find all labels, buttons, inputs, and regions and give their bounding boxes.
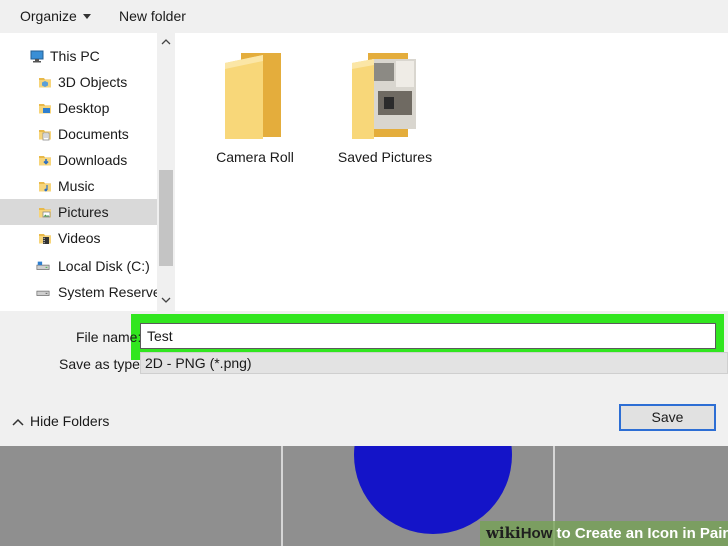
watermark-how: How	[520, 525, 553, 542]
file-name-label: File name:	[76, 329, 142, 345]
nav-item-local-disk[interactable]: Local Disk (C:)	[0, 253, 157, 279]
dialog-toolbar: Organize New folder	[0, 0, 728, 33]
drive-icon	[36, 261, 50, 270]
nav-item-label: Documents	[58, 126, 129, 142]
nav-item-label: 3D Objects	[58, 74, 128, 90]
save-as-type-select[interactable]: 2D - PNG (*.png)	[140, 352, 728, 374]
nav-item-label: Downloads	[58, 152, 128, 168]
folder-with-picture-icon	[352, 53, 416, 139]
nav-item-label: Pictures	[58, 204, 109, 220]
nav-item-pictures[interactable]: Pictures	[0, 199, 157, 225]
watermark-wiki: wiki	[486, 524, 521, 542]
folder-label: Saved Pictures	[337, 149, 433, 165]
folder-icon	[39, 78, 51, 88]
folder-label: Camera Roll	[216, 149, 294, 165]
nav-item-documents[interactable]: Documents	[0, 121, 157, 147]
desktop-folder-icon	[39, 104, 51, 114]
videos-folder-icon	[39, 234, 51, 244]
nav-item-desktop[interactable]: Desktop	[0, 95, 157, 121]
nav-item-label: System Reserved	[58, 284, 157, 300]
nav-item-label: Local Disk (C:)	[58, 258, 150, 274]
nav-item-label: Videos	[58, 230, 101, 246]
nav-item-videos[interactable]: Videos	[0, 225, 157, 251]
nav-item-label: Music	[58, 178, 95, 194]
wikihow-watermark: wikiHow to Create an Icon in Paint	[480, 521, 728, 546]
canvas-guide-line	[281, 446, 283, 546]
navigation-pane: This PC 3D Objects Desktop Documents Dow…	[0, 33, 175, 311]
hide-folders-button[interactable]: Hide Folders	[12, 413, 109, 429]
nav-item-label: This PC	[50, 48, 100, 64]
nav-item-downloads[interactable]: Downloads	[0, 147, 157, 173]
watermark-title: to Create an Icon in Paint	[552, 525, 728, 542]
nav-item-music[interactable]: Music	[0, 173, 157, 199]
documents-folder-icon	[39, 130, 51, 141]
downloads-folder-icon	[39, 156, 51, 166]
music-folder-icon	[39, 182, 51, 192]
scrollbar-thumb[interactable]	[159, 170, 173, 266]
save-as-type-label: Save as type:	[59, 356, 144, 372]
organize-label: Organize	[20, 8, 77, 24]
nav-item-label: Desktop	[58, 100, 110, 116]
folder-camera-roll[interactable]: Camera Roll	[200, 51, 310, 165]
chevron-down-icon	[82, 13, 91, 19]
folder-saved-pictures[interactable]: Saved Pictures	[330, 51, 440, 165]
nav-item-system-reserved[interactable]: System Reserved	[0, 279, 157, 305]
chevron-down-icon[interactable]	[161, 295, 171, 305]
save-form: File name: Save as type: 2D - PNG (*.png…	[0, 311, 728, 446]
save-dialog: Organize New folder This PC 3D Objects D…	[0, 0, 728, 446]
file-list: Camera Roll Saved Pictures	[176, 33, 728, 311]
computer-icon	[30, 50, 44, 63]
nav-scrollbar[interactable]	[157, 33, 175, 311]
pictures-folder-icon	[39, 208, 51, 218]
chevron-up-icon	[12, 419, 24, 426]
organize-button[interactable]: Organize	[20, 8, 91, 24]
nav-item-this-pc[interactable]: This PC	[0, 43, 157, 69]
file-name-input[interactable]	[140, 323, 716, 349]
nav-item-3d-objects[interactable]: 3D Objects	[0, 69, 157, 95]
new-folder-button[interactable]: New folder	[119, 8, 186, 24]
folder-icon	[225, 53, 281, 139]
save-button[interactable]: Save	[619, 404, 716, 431]
hide-folders-label: Hide Folders	[30, 413, 110, 429]
chevron-up-icon[interactable]	[161, 37, 171, 47]
drive-icon	[36, 290, 50, 296]
